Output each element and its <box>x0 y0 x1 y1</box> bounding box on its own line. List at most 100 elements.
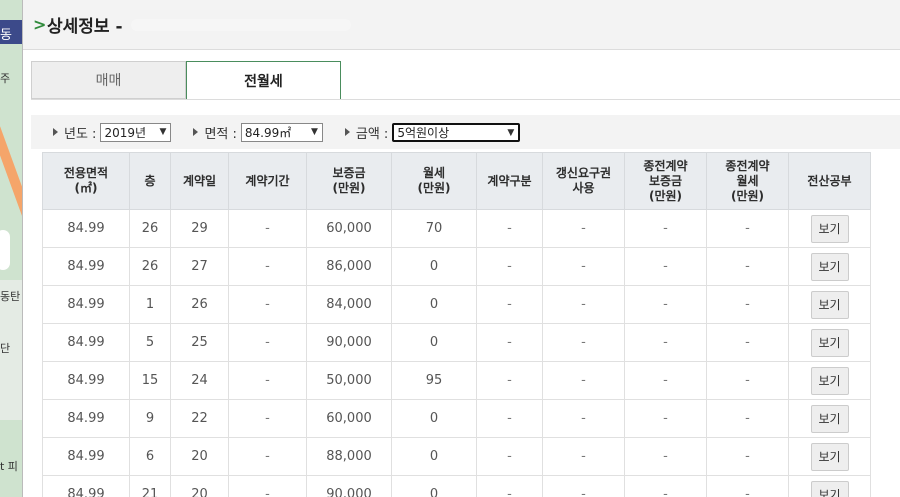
year-select[interactable]: 2019년 ▼ <box>100 122 172 142</box>
chevron-down-icon: ▼ <box>159 126 167 137</box>
column-header: 갱신요구권 사용 <box>542 152 625 210</box>
map-label: 동탄 <box>0 290 21 303</box>
table-cell: 25 <box>170 323 229 362</box>
table-cell: 90,000 <box>306 323 392 362</box>
map-label: t 피 <box>0 460 18 473</box>
table-cell: - <box>542 399 625 438</box>
table-cell: - <box>228 475 307 497</box>
table-cell: 1 <box>129 285 171 324</box>
table-cell: - <box>476 437 543 476</box>
column-header: 계약구분 <box>476 152 543 210</box>
table-cell: - <box>542 361 625 400</box>
map-road <box>0 230 10 270</box>
table-cell: 보기 <box>788 437 871 476</box>
table-cell: - <box>624 285 707 324</box>
table-cell: 21 <box>129 475 171 497</box>
table-cell: - <box>476 361 543 400</box>
table-row: 84.99 6 20-88,000 0- - - - 보기 <box>42 437 871 476</box>
column-header: 층 <box>129 152 171 210</box>
divider <box>31 99 900 100</box>
column-header: 전산공부 <box>788 152 871 210</box>
year-label: 년도 : <box>64 126 97 142</box>
map-label: 단 <box>0 342 11 355</box>
tab-rent[interactable]: 전월세 <box>186 61 341 100</box>
table-cell: 86,000 <box>306 247 392 286</box>
table-cell: 보기 <box>788 475 871 497</box>
table-cell: 22 <box>170 399 229 438</box>
triangle-right-icon <box>53 128 58 136</box>
table-cell: 29 <box>170 209 229 248</box>
view-record-button[interactable]: 보기 <box>810 328 849 357</box>
table-cell: - <box>706 475 789 497</box>
table-cell: - <box>476 285 543 324</box>
column-header: 보증금 (만원) <box>306 152 392 210</box>
table-row: 84.99 1 26-84,000 0- - - - 보기 <box>42 285 871 324</box>
table-cell: - <box>228 437 307 476</box>
column-header: 계약기간 <box>228 152 307 210</box>
area-label: 면적 : <box>204 126 237 142</box>
table-cell: 보기 <box>788 323 871 362</box>
table-header-row: 전용면적 (㎡) 층 계약일 계약기간 보증금 (만원) 월세 (만원) 계약구분 갱… <box>42 152 871 210</box>
table-cell: 84.99 <box>42 323 130 362</box>
table-cell: - <box>706 247 789 286</box>
table-cell: 50,000 <box>306 361 392 400</box>
tab-sale[interactable]: 매매 <box>31 61 186 100</box>
area-select-value: 84.99㎡ <box>244 125 292 140</box>
table-cell: 84.99 <box>42 399 130 438</box>
table-cell: - <box>542 285 625 324</box>
view-record-button[interactable]: 보기 <box>810 290 849 319</box>
year-filter: 년도 : 2019년 ▼ <box>53 122 172 142</box>
table-cell: 9 <box>129 399 171 438</box>
amount-label: 금액 : <box>355 126 389 142</box>
table-cell: - <box>228 209 307 248</box>
table-cell: - <box>706 323 789 362</box>
view-record-button[interactable]: 보기 <box>810 480 849 497</box>
dialog-title: 상세정보 - <box>47 17 123 37</box>
table-row: 84.99 26 29-60,000 70- - - - 보기 <box>42 209 871 248</box>
area-select[interactable]: 84.99㎡ ▼ <box>240 122 323 142</box>
table-cell: - <box>706 209 789 248</box>
table-cell: 15 <box>129 361 171 400</box>
table-cell: - <box>624 323 707 362</box>
view-record-button[interactable]: 보기 <box>810 442 849 471</box>
table-cell: - <box>624 209 707 248</box>
amount-select[interactable]: 5억원이상 ▼ <box>392 122 521 142</box>
amount-filter: 금액 : 5억원이상 ▼ <box>344 122 521 142</box>
table-cell: - <box>542 475 625 497</box>
table-cell: 84.99 <box>42 475 130 497</box>
chevron-down-icon: ▼ <box>507 127 515 138</box>
table-row: 84.99 5 25-90,000 0- - - - 보기 <box>42 323 871 362</box>
view-record-button[interactable]: 보기 <box>810 404 849 433</box>
map-label: 동 <box>0 28 12 43</box>
map-road <box>0 101 22 219</box>
table-cell: - <box>228 247 307 286</box>
table-cell: - <box>624 399 707 438</box>
view-record-button[interactable]: 보기 <box>810 214 849 243</box>
table-cell: - <box>706 399 789 438</box>
area-filter: 면적 : 84.99㎡ ▼ <box>193 122 323 142</box>
table-cell: 20 <box>170 475 229 497</box>
table-cell: 84,000 <box>306 285 392 324</box>
table-cell: 보기 <box>788 361 871 400</box>
view-record-button[interactable]: 보기 <box>810 252 849 281</box>
table-cell: 보기 <box>788 285 871 324</box>
map-label: 주 <box>0 72 11 85</box>
table-row: 84.99 15 24-50,000 95- - - - 보기 <box>42 361 871 400</box>
table-cell: 0 <box>391 247 477 286</box>
table-cell: - <box>542 323 625 362</box>
table-cell: - <box>228 399 307 438</box>
triangle-right-icon <box>344 128 350 136</box>
table-cell: 5 <box>129 323 171 362</box>
column-header: 종전계약 보증금 (만원) <box>624 152 707 210</box>
table-cell: - <box>624 475 707 497</box>
column-header: 전용면적 (㎡) <box>42 152 130 210</box>
table-cell: - <box>476 399 543 438</box>
table-cell: 84.99 <box>42 285 130 324</box>
view-record-button[interactable]: 보기 <box>810 366 849 395</box>
table-cell: 26 <box>129 209 171 248</box>
table-cell: - <box>542 437 625 476</box>
table-cell: 보기 <box>788 399 871 438</box>
dialog-header: > 상세정보 - <box>23 0 900 50</box>
column-header: 계약일 <box>170 152 229 210</box>
tab-bar: 매매 전월세 <box>31 61 341 100</box>
